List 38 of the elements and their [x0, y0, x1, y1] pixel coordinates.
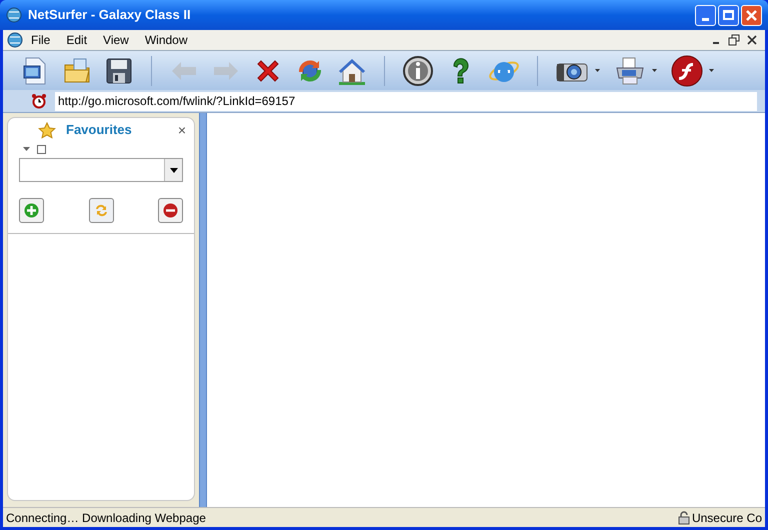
menu-item[interactable]: File: [23, 31, 58, 49]
caret-icon: [593, 68, 602, 73]
minus-icon: [163, 203, 178, 218]
dropdown-field[interactable]: [19, 158, 183, 182]
alarm-clock-icon: [31, 93, 47, 109]
close-button[interactable]: [741, 4, 762, 26]
globe-icon: [6, 7, 22, 23]
panel-close-button[interactable]: ×: [178, 123, 186, 137]
window-title: NetSurfer - Galaxy Class II: [28, 6, 192, 24]
info-icon: [402, 54, 434, 86]
plus-icon: [24, 203, 39, 218]
maximize-button[interactable]: [718, 4, 739, 26]
folder-icon: [62, 56, 92, 86]
close-icon: [746, 10, 757, 20]
checkbox-icon[interactable]: [37, 144, 46, 154]
add-button[interactable]: [19, 198, 44, 223]
sync-icon: [94, 203, 108, 218]
address-field[interactable]: http://go.microsoft.com/fwlink/?LinkId=69157: [55, 92, 757, 110]
panel-title: Favourites: [66, 121, 133, 140]
caret-icon: [707, 68, 716, 73]
status-message: Connecting… Downloading Webpage: [6, 510, 207, 526]
caret-icon[interactable]: [22, 146, 31, 152]
flash-logo-icon: [671, 54, 703, 86]
restore-icon[interactable]: [727, 33, 741, 47]
minimize-button[interactable]: [695, 4, 716, 26]
menu-item[interactable]: Edit: [58, 31, 96, 49]
close-icon[interactable]: [745, 33, 759, 47]
globe-icon: [7, 32, 23, 48]
caret-icon: [170, 168, 178, 172]
menu-item[interactable]: Window: [136, 31, 196, 49]
padlock-icon: [678, 510, 690, 524]
menu-item[interactable]: View: [95, 31, 137, 49]
sync-button[interactable]: [88, 198, 114, 223]
security-status: Unsecure Co: [692, 510, 762, 526]
star-icon: [38, 122, 56, 138]
caret-icon: [650, 68, 659, 73]
remove-button[interactable]: [158, 198, 183, 223]
printer-icon: [614, 56, 646, 86]
